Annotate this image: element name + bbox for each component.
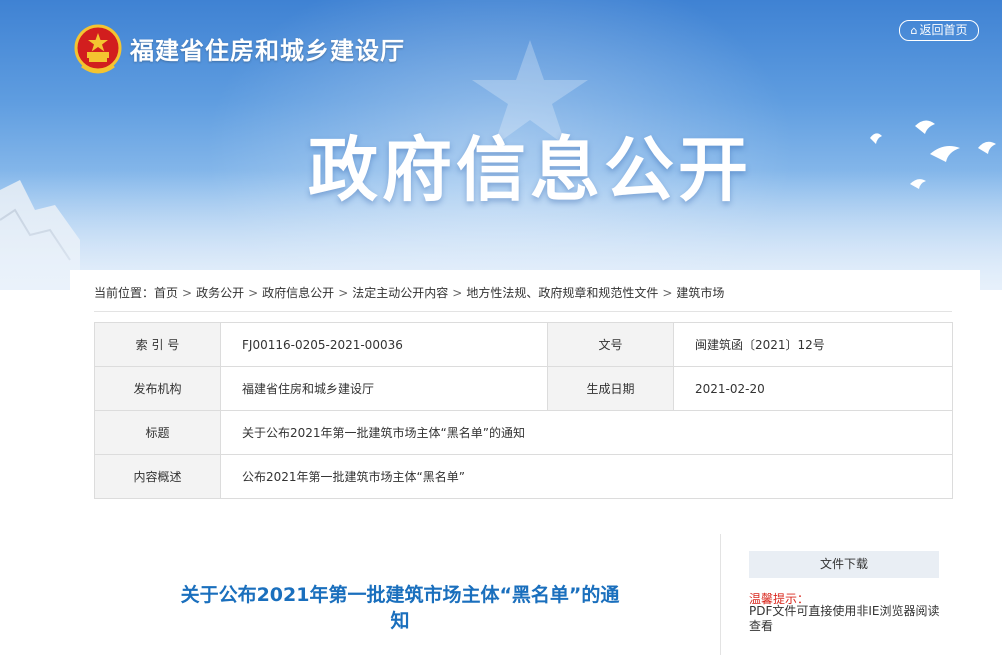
publisher-label: 发布机构 — [94, 366, 221, 411]
document-number-value: 闽建筑函〔2021〕12号 — [673, 322, 953, 367]
document-number-label: 文号 — [547, 322, 674, 367]
breadcrumb-prefix: 当前位置： — [94, 286, 155, 300]
hero-title: 政府信息公开 — [308, 129, 752, 211]
national-emblem-icon — [74, 24, 122, 74]
breadcrumb-separator: > — [338, 286, 349, 300]
table-row: 索 引 号 FJ00116-0205-2021-00036 文号 闽建筑函〔20… — [94, 322, 953, 367]
table-row: 发布机构 福建省住房和城乡建设厅 生成日期 2021-02-20 — [94, 366, 953, 411]
breadcrumb-item-info-disclosure[interactable]: 政府信息公开 — [262, 286, 334, 300]
article-title: 关于公布2021年第一批建筑市场主体“黑名单”的通知 — [180, 584, 620, 632]
index-number-value: FJ00116-0205-2021-00036 — [220, 322, 548, 367]
title-label: 标题 — [94, 410, 221, 455]
summary-label: 内容概述 — [94, 454, 221, 499]
breadcrumb-item-gov-affairs[interactable]: 政务公开 — [196, 286, 244, 300]
generation-date-label: 生成日期 — [547, 366, 674, 411]
header-banner: 福建省住房和城乡建设厅 ⌂ 返回首页 政府信息公开 — [0, 0, 1002, 290]
title-value: 关于公布2021年第一批建筑市场主体“黑名单”的通知 — [220, 410, 953, 455]
breadcrumb: 当前位置：首页 > 政务公开 > 政府信息公开 > 法定主动公开内容 > 地方性法规、政府规章和… — [94, 284, 952, 312]
breadcrumb-separator: > — [182, 286, 193, 300]
generation-date-value: 2021-02-20 — [673, 366, 953, 411]
back-home-label: 返回首页 — [919, 23, 968, 37]
org-name: 福建省住房和城乡建设厅 — [130, 37, 405, 65]
info-table: 索 引 号 FJ00116-0205-2021-00036 文号 闽建筑函〔20… — [94, 322, 953, 499]
index-number-label: 索 引 号 — [94, 322, 221, 367]
breadcrumb-item-regulations[interactable]: 地方性法规、政府规章和规范性文件 — [466, 286, 658, 300]
content-card: 当前位置：首页 > 政务公开 > 政府信息公开 > 法定主动公开内容 > 地方性法规、政府规章和… — [70, 270, 980, 655]
column-divider — [720, 534, 721, 655]
breadcrumb-separator: > — [452, 286, 463, 300]
table-row: 标题 关于公布2021年第一批建筑市场主体“黑名单”的通知 — [94, 410, 953, 455]
file-download-button[interactable]: 文件下载 — [749, 551, 939, 578]
back-home-button[interactable]: ⌂ 返回首页 — [899, 20, 979, 41]
breadcrumb-item-statutory-content[interactable]: 法定主动公开内容 — [352, 286, 448, 300]
table-row: 内容概述 公布2021年第一批建筑市场主体“黑名单” — [94, 454, 953, 499]
home-icon: ⌂ — [910, 24, 918, 37]
breadcrumb-separator: > — [662, 286, 673, 300]
doves-decoration-icon — [870, 120, 996, 189]
breadcrumb-item-construction-market[interactable]: 建筑市场 — [676, 286, 724, 300]
tip-text: PDF文件可直接使用非IE浏览器阅读查看 — [749, 604, 940, 633]
breadcrumb-item-home[interactable]: 首页 — [154, 286, 178, 300]
publisher-value: 福建省住房和城乡建设厅 — [220, 366, 548, 411]
summary-value: 公布2021年第一批建筑市场主体“黑名单” — [220, 454, 953, 499]
breadcrumb-separator: > — [248, 286, 259, 300]
